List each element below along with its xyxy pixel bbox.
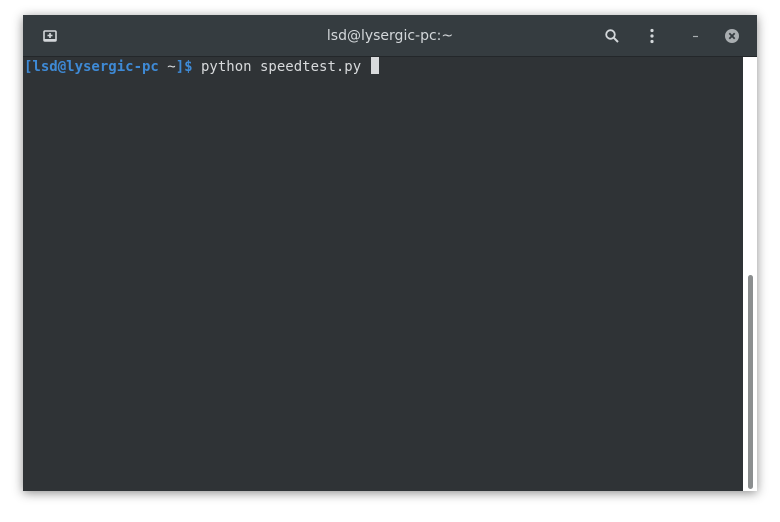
terminal-window: lsd@lysergic-pc:~ [lsd@lysergic-pc ~]$ p… [23, 15, 757, 491]
scrollbar[interactable] [743, 57, 757, 491]
new-tab-icon [43, 30, 57, 42]
scrollbar-thumb[interactable] [748, 275, 753, 489]
terminal-area[interactable]: [lsd@lysergic-pc ~]$ python speedtest.py [23, 57, 743, 491]
minimize-icon [693, 35, 698, 38]
title-bar[interactable]: lsd@lysergic-pc:~ [23, 15, 757, 57]
kebab-menu-icon [650, 28, 654, 44]
prompt-user-host: [lsd@lysergic-pc [24, 59, 159, 75]
prompt-symbol: ]$ [175, 59, 193, 75]
terminal-line: [lsd@lysergic-pc ~]$ python speedtest.py [24, 57, 379, 77]
minimize-button[interactable] [683, 23, 709, 49]
prompt-directory: ~ [158, 59, 176, 75]
close-icon [725, 29, 739, 43]
menu-button[interactable] [639, 23, 665, 49]
search-button[interactable] [599, 23, 625, 49]
new-tab-button[interactable] [37, 23, 63, 49]
search-icon [605, 29, 619, 43]
close-button[interactable] [719, 23, 745, 49]
command-text: python speedtest.py [192, 59, 370, 75]
text-cursor [370, 57, 379, 74]
